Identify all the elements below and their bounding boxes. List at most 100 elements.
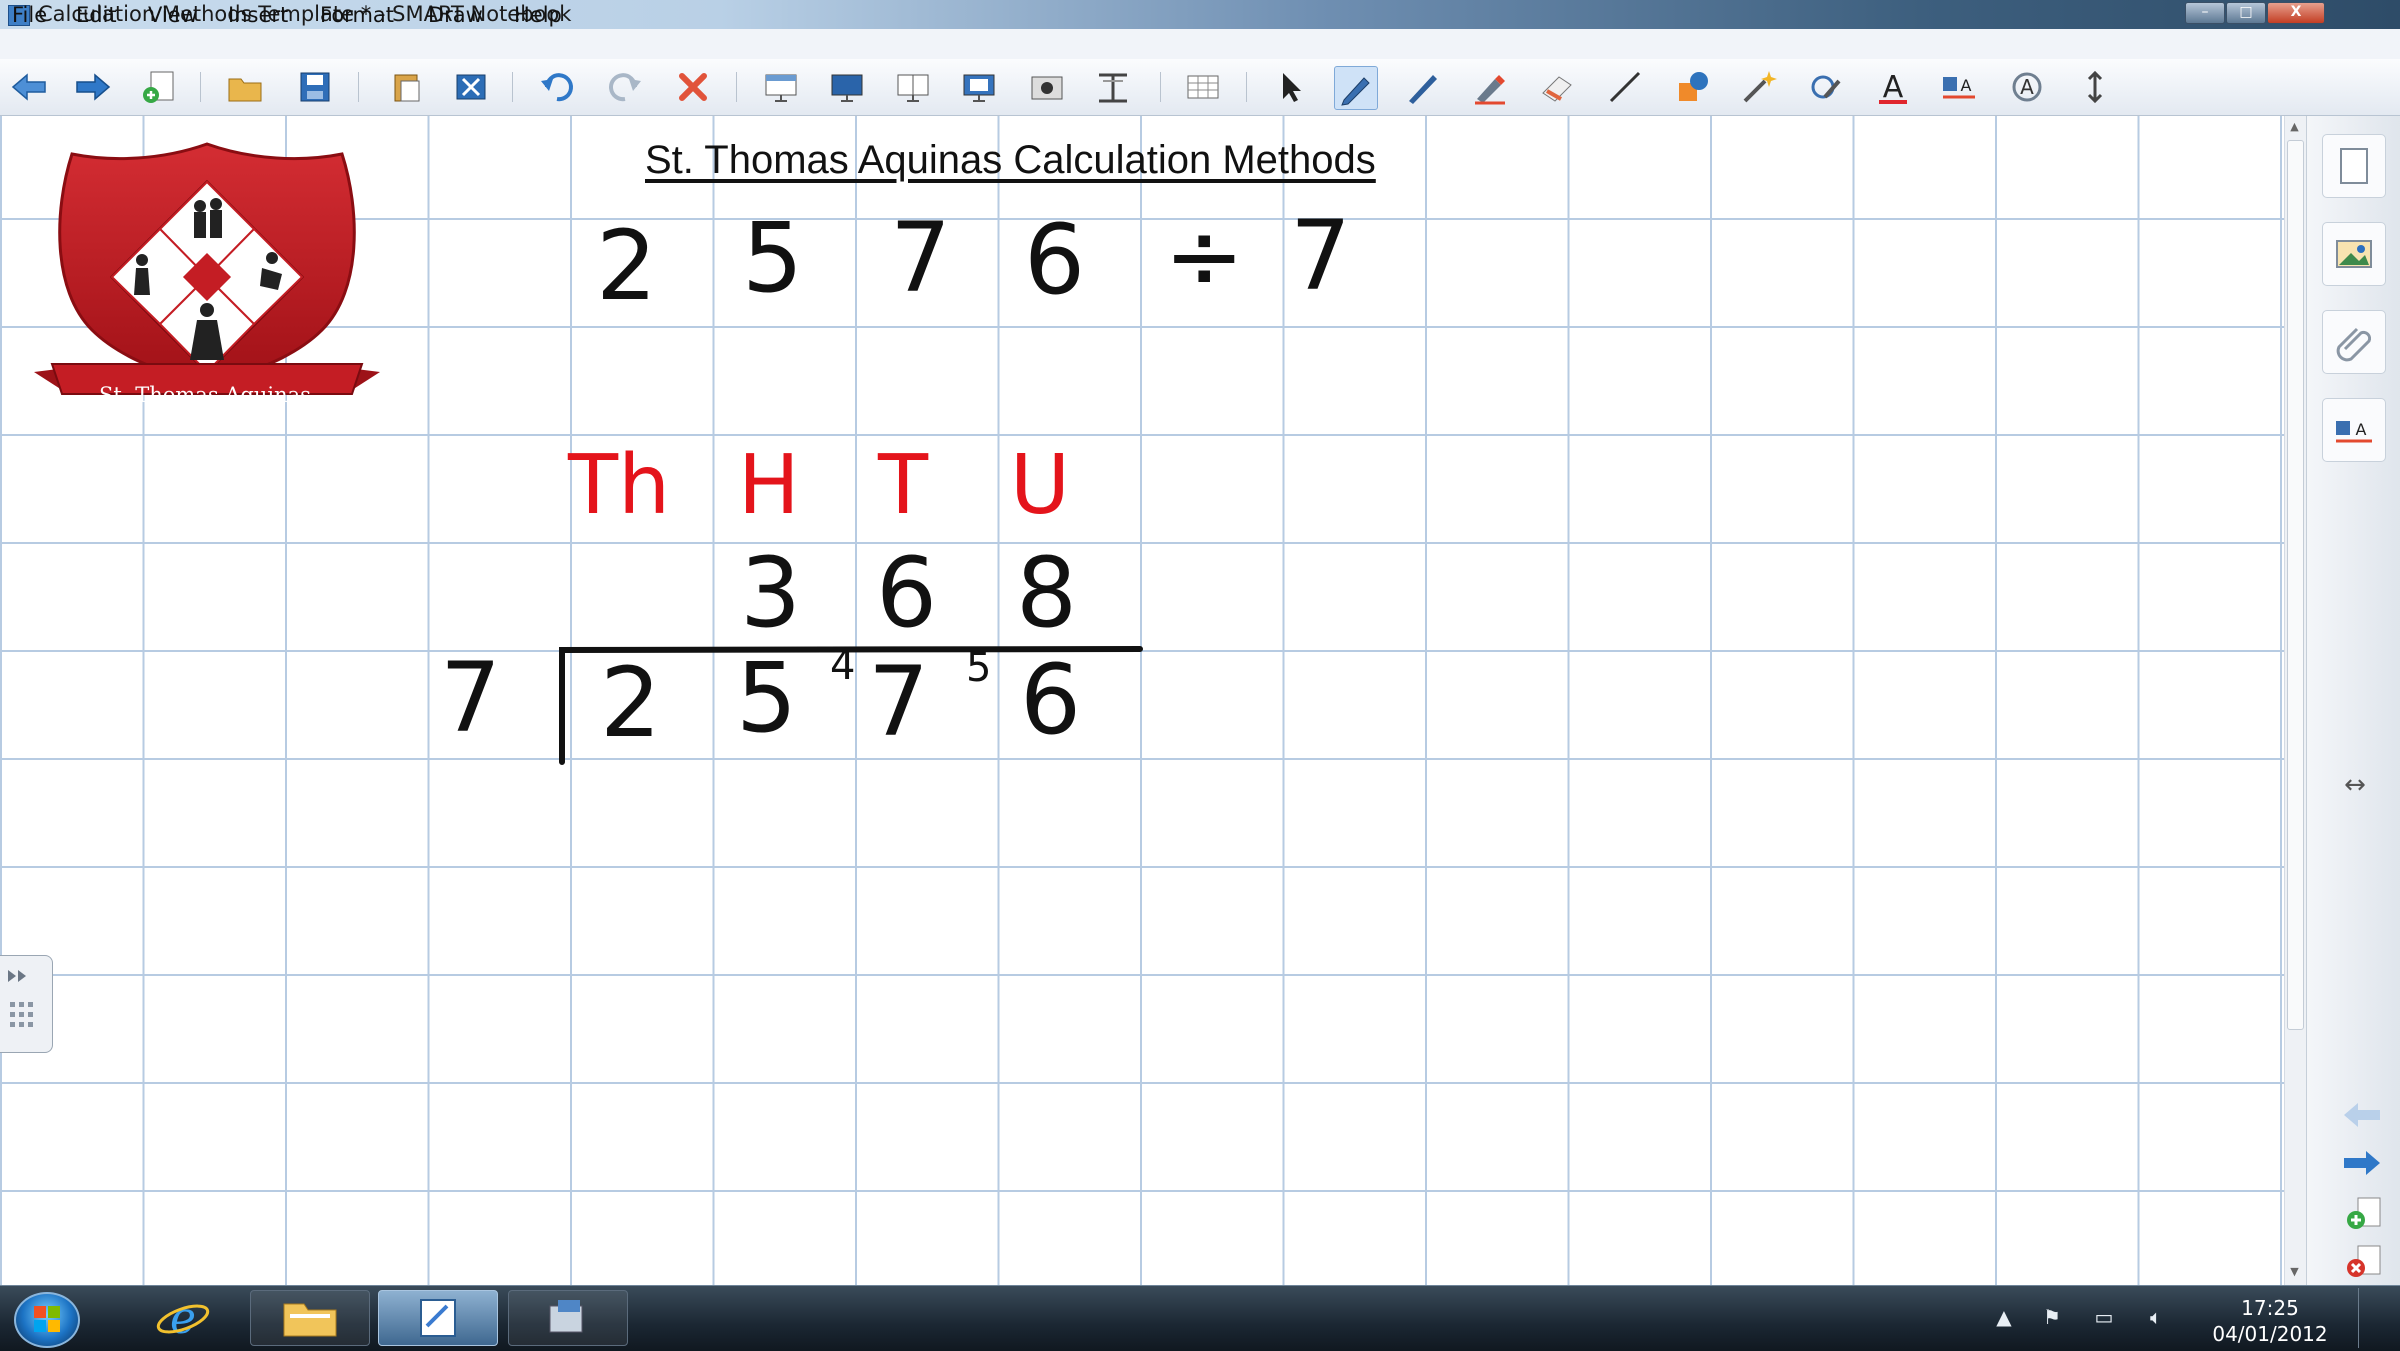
select-arrow-icon[interactable] <box>1270 66 1312 108</box>
problem-digit[interactable]: 7 <box>890 210 951 306</box>
menu-format[interactable]: Format <box>320 3 394 27</box>
quotient-digit[interactable]: 8 <box>1016 545 1077 641</box>
problem-digit[interactable]: 6 <box>1024 212 1085 308</box>
place-value-hundreds[interactable]: H <box>738 445 800 527</box>
minimize-button[interactable]: – <box>2185 2 2225 24</box>
carry-digit[interactable]: 4 <box>830 646 855 686</box>
dividend-digit[interactable]: 6 <box>1020 652 1081 748</box>
clock-time[interactable]: 17:25 <box>2215 1296 2325 1320</box>
internet-explorer-icon[interactable]: e <box>140 1290 226 1344</box>
scroll-down-icon[interactable]: ▼ <box>2287 1265 2302 1280</box>
toolbar-separator <box>358 72 359 102</box>
save-icon[interactable] <box>294 66 336 108</box>
next-page-icon[interactable] <box>2340 1146 2384 1180</box>
insert-table-icon[interactable] <box>1182 66 1224 108</box>
window-title: Calculation Methods Template * - SMART N… <box>38 2 572 26</box>
program-icon[interactable] <box>508 1290 628 1346</box>
show-desktop-button[interactable] <box>2358 1288 2400 1348</box>
properties-icon[interactable]: A <box>1938 66 1980 108</box>
network-icon[interactable]: ▭ <box>2092 1305 2116 1329</box>
problem-digit[interactable]: 5 <box>742 210 803 306</box>
scroll-up-icon[interactable]: ▲ <box>2287 120 2302 135</box>
toolbar-separator <box>1246 72 1247 102</box>
forward-arrow-icon[interactable] <box>72 66 114 108</box>
fill-icon[interactable]: A <box>2006 66 2048 108</box>
shapes-icon[interactable] <box>1672 66 1714 108</box>
full-screen-icon[interactable] <box>826 66 868 108</box>
add-page-icon[interactable] <box>138 66 180 108</box>
quotient-digit[interactable]: 6 <box>876 545 937 641</box>
problem-divisor[interactable]: 7 <box>1290 208 1351 304</box>
bus-stop-divisor[interactable]: 7 <box>440 650 501 746</box>
clock-date[interactable]: 04/01/2012 <box>2200 1322 2340 1346</box>
file-explorer-icon[interactable] <box>250 1290 370 1346</box>
capture-icon[interactable] <box>958 66 1000 108</box>
undo-icon[interactable] <box>536 66 578 108</box>
dividend-digit[interactable]: 5 <box>736 650 797 746</box>
division-operator[interactable]: ÷ <box>1164 208 1244 304</box>
back-arrow-icon[interactable] <box>8 66 50 108</box>
open-folder-icon[interactable] <box>224 66 266 108</box>
svg-text:A: A <box>2356 420 2367 439</box>
screen-shade-icon[interactable] <box>760 66 802 108</box>
maximize-button[interactable]: □ <box>2226 2 2266 24</box>
text-icon[interactable]: A <box>1872 66 1914 108</box>
place-value-thousands[interactable]: Th <box>568 445 670 527</box>
dividend-digit[interactable]: 7 <box>868 654 929 750</box>
close-button[interactable]: X <box>2267 2 2325 24</box>
paste-icon[interactable] <box>386 66 428 108</box>
logo-banner-text: St. Thomas Aquinas <box>99 383 311 407</box>
place-value-tens[interactable]: T <box>878 445 928 527</box>
delete-page-icon[interactable] <box>2344 1244 2384 1280</box>
properties-icon[interactable]: A <box>2322 398 2386 462</box>
toolbar-separator <box>512 72 513 102</box>
attachments-icon[interactable] <box>2322 310 2386 374</box>
toolbar-separator <box>200 72 201 102</box>
carry-digit[interactable]: 5 <box>966 648 991 688</box>
magic-pen-icon[interactable] <box>1738 66 1780 108</box>
shape-recognition-icon[interactable] <box>1806 66 1848 108</box>
page-title[interactable]: St. Thomas Aquinas Calculation Methods <box>645 138 1376 183</box>
redo-icon[interactable] <box>604 66 646 108</box>
place-value-units[interactable]: U <box>1010 445 1070 527</box>
menu-edit[interactable]: Edit <box>76 3 117 27</box>
smart-notebook-icon[interactable] <box>378 1290 498 1346</box>
toolbar-expand-handle[interactable] <box>0 955 53 1053</box>
menu-insert[interactable]: Insert <box>228 3 288 27</box>
svg-text:e: e <box>170 1293 196 1341</box>
svg-text:A: A <box>2020 75 2034 99</box>
resize-panel-icon[interactable]: ↔ <box>2340 770 2370 800</box>
eraser-icon[interactable] <box>1536 66 1578 108</box>
svg-text:A: A <box>1883 70 1904 105</box>
table-tool-icon[interactable] <box>1092 66 1134 108</box>
action-center-flag-icon[interactable]: ⚑ <box>2040 1305 2064 1329</box>
page-sorter-icon[interactable] <box>2322 134 2386 198</box>
svg-text:A: A <box>1961 76 1972 95</box>
toolbar-separator <box>736 72 737 102</box>
gallery-icon[interactable] <box>2322 222 2386 286</box>
insert-image-icon[interactable] <box>1026 66 1068 108</box>
highlighter-icon[interactable] <box>1470 66 1512 108</box>
start-button[interactable] <box>14 1292 80 1348</box>
quotient-digit[interactable]: 3 <box>740 545 801 641</box>
pen-icon[interactable] <box>1334 66 1378 110</box>
delete-page-icon[interactable] <box>450 66 492 108</box>
add-page-icon[interactable] <box>2344 1196 2384 1232</box>
school-crest-logo <box>34 142 380 395</box>
more-icon[interactable] <box>2074 66 2116 108</box>
menu-view[interactable]: View <box>148 3 198 27</box>
dual-page-icon[interactable] <box>892 66 934 108</box>
creative-pen-icon[interactable] <box>1402 66 1444 108</box>
show-hidden-icons-icon[interactable]: ▲ <box>1992 1305 2016 1329</box>
menu-file[interactable]: File <box>12 3 47 27</box>
line-icon[interactable] <box>1604 66 1646 108</box>
delete-icon[interactable] <box>672 66 714 108</box>
menu-help[interactable]: Help <box>514 3 562 27</box>
volume-icon[interactable]: 🔈︎ <box>2144 1305 2168 1329</box>
toolbar-separator <box>1160 72 1161 102</box>
menu-draw[interactable]: Draw <box>428 3 483 27</box>
dividend-digit[interactable]: 2 <box>600 655 661 751</box>
problem-digit[interactable]: 2 <box>596 218 657 314</box>
previous-page-icon[interactable] <box>2340 1098 2384 1132</box>
scroll-thumb[interactable] <box>2287 140 2304 1030</box>
